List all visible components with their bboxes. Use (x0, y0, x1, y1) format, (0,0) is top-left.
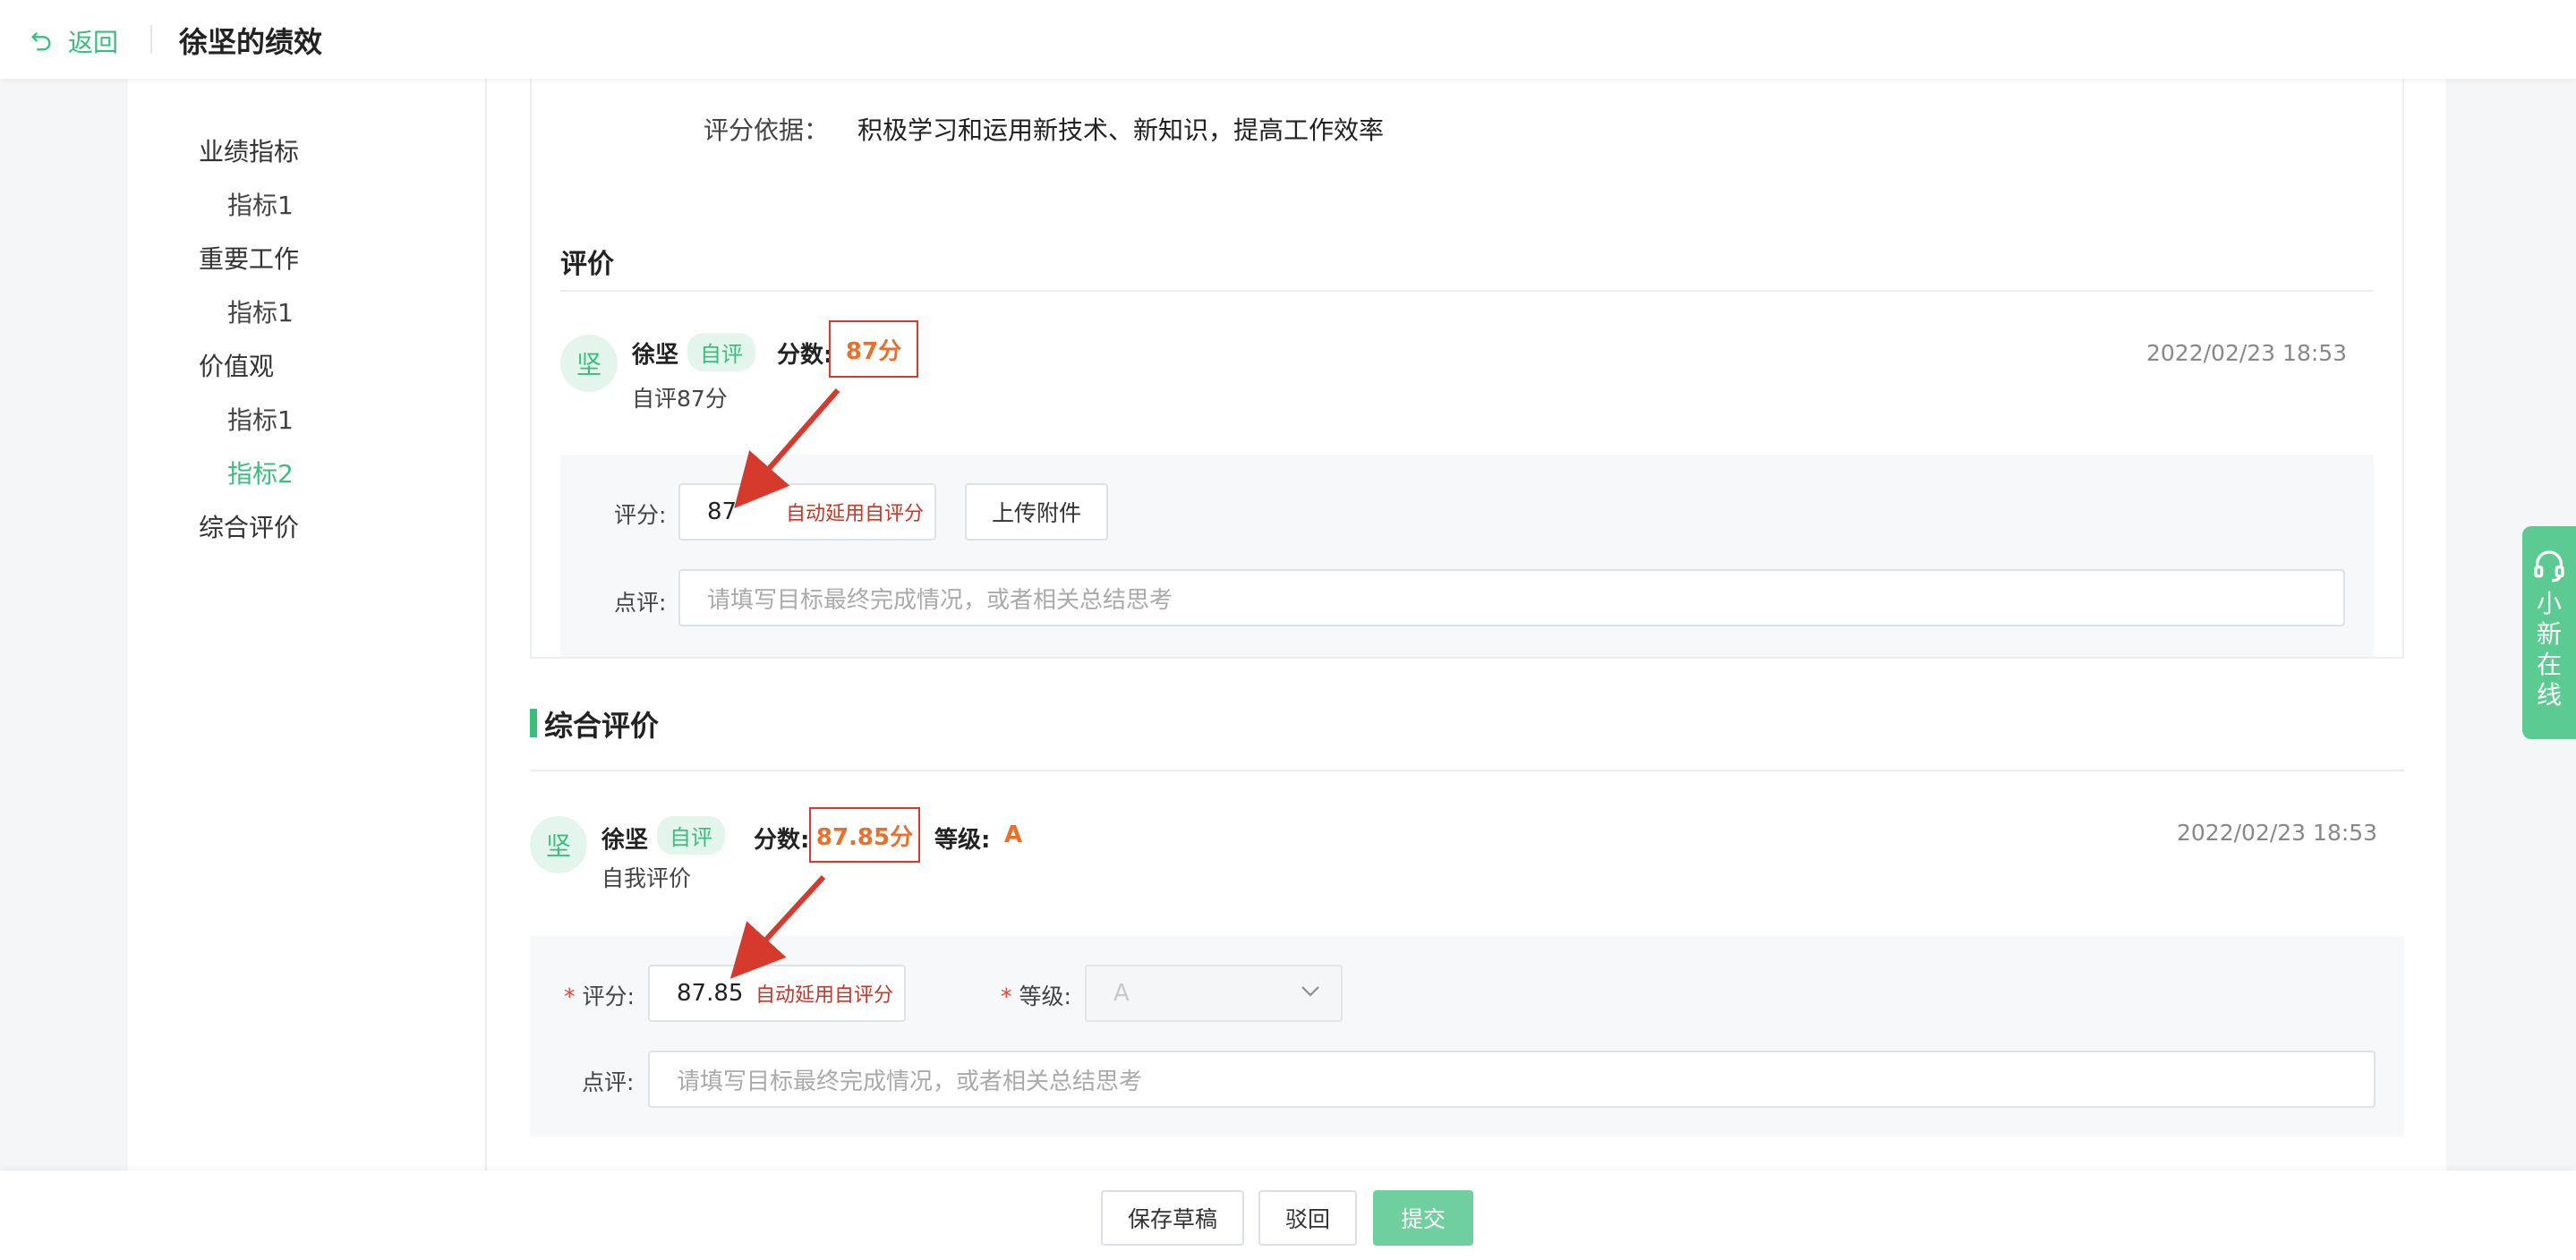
summary-score-label: 分数: (754, 827, 810, 854)
upload-attachment-button[interactable]: 上传附件 (965, 483, 1108, 541)
evaluation-timestamp: 2022/02/23 18:53 (2146, 340, 2348, 366)
evaluation-divider (560, 290, 2374, 292)
nav-item-values-metric2[interactable]: 指标2 (227, 455, 294, 490)
grade-select-value: A (1113, 980, 1130, 1007)
evaluator-name: 徐坚 (632, 342, 679, 369)
nav-item-values[interactable]: 价值观 (199, 347, 274, 383)
grade-label: 等级: (934, 827, 991, 854)
avatar: 坚 (560, 335, 618, 392)
auto-score-hint: 自动延用自评分 (785, 503, 924, 525)
summary-auto-score-hint: 自动延用自评分 (755, 984, 893, 1007)
summary-title: 综合评价 (544, 709, 660, 743)
summary-score-field-label: * 评分: (564, 983, 635, 1009)
summary-comment-placeholder: 请填写目标最终完成情况，或者相关总结思考 (677, 1068, 1143, 1095)
summary-comment: 自我评价 (601, 865, 692, 891)
top-header: 返回 徐坚的绩效 (0, 0, 2576, 79)
score-value: 87分 (829, 320, 918, 378)
online-service-label: 小新在线 (2536, 589, 2562, 710)
score-input-value: 87 (707, 498, 738, 525)
nav-item-key-work-metric1[interactable]: 指标1 (227, 294, 294, 329)
summary-comment-field-label: 点评: (582, 1069, 635, 1095)
summary-score-input[interactable]: 87.85 自动延用自评分 (648, 965, 906, 1022)
nav-item-summary[interactable]: 综合评价 (199, 508, 299, 544)
score-label: 分数: (777, 342, 833, 369)
summary-score-value: 87.85分 (809, 807, 920, 863)
grade-select[interactable]: A (1085, 965, 1343, 1022)
avatar: 坚 (530, 816, 587, 873)
comment-field-label: 点评: (614, 590, 667, 616)
headset-icon (2534, 550, 2564, 583)
criteria-label: 评分依据： (704, 115, 830, 145)
score-input[interactable]: 87 自动延用自评分 (678, 483, 936, 541)
comment-input[interactable]: 请填写目标最终完成情况，或者相关总结思考 (678, 569, 2345, 626)
summary-timestamp: 2022/02/23 18:53 (2177, 820, 2378, 846)
nav-item-values-metric1[interactable]: 指标1 (227, 401, 294, 437)
chevron-down-icon (1301, 986, 1319, 997)
summary-score-input-value: 87.85 (677, 980, 744, 1007)
back-button[interactable]: 返回 (29, 23, 118, 59)
criteria-text: 积极学习和运用新技术、新知识，提高工作效率 (857, 115, 1385, 145)
summary-self-eval-badge: 自评 (657, 816, 725, 855)
back-label: 返回 (68, 28, 119, 57)
save-draft-button[interactable]: 保存草稿 (1101, 1190, 1244, 1246)
evaluation-title: 评价 (560, 249, 614, 280)
online-service-tab[interactable]: 小新在线 (2522, 526, 2576, 739)
section-accent-bar (530, 709, 537, 737)
submit-button[interactable]: 提交 (1373, 1190, 1473, 1246)
score-field-label: 评分: (614, 502, 667, 528)
grade-value: A (1004, 822, 1023, 848)
header-divider (150, 25, 152, 54)
return-icon (31, 31, 51, 51)
nav-item-performance[interactable]: 业绩指标 (199, 132, 299, 168)
summary-divider (530, 770, 2404, 771)
nav-item-key-work[interactable]: 重要工作 (199, 240, 299, 276)
self-eval-badge: 自评 (687, 333, 755, 371)
reject-button[interactable]: 驳回 (1258, 1190, 1357, 1246)
summary-comment-input[interactable]: 请填写目标最终完成情况，或者相关总结思考 (648, 1051, 2376, 1108)
comment-placeholder: 请填写目标最终完成情况，或者相关总结思考 (707, 586, 1173, 614)
nav-item-performance-metric1[interactable]: 指标1 (227, 186, 294, 222)
grade-field-label: * 等级: (1001, 983, 1071, 1009)
nav-divider (485, 79, 487, 1171)
page-title: 徐坚的绩效 (179, 25, 323, 59)
summary-evaluator-name: 徐坚 (601, 827, 649, 854)
evaluation-comment: 自评87分 (632, 386, 728, 412)
